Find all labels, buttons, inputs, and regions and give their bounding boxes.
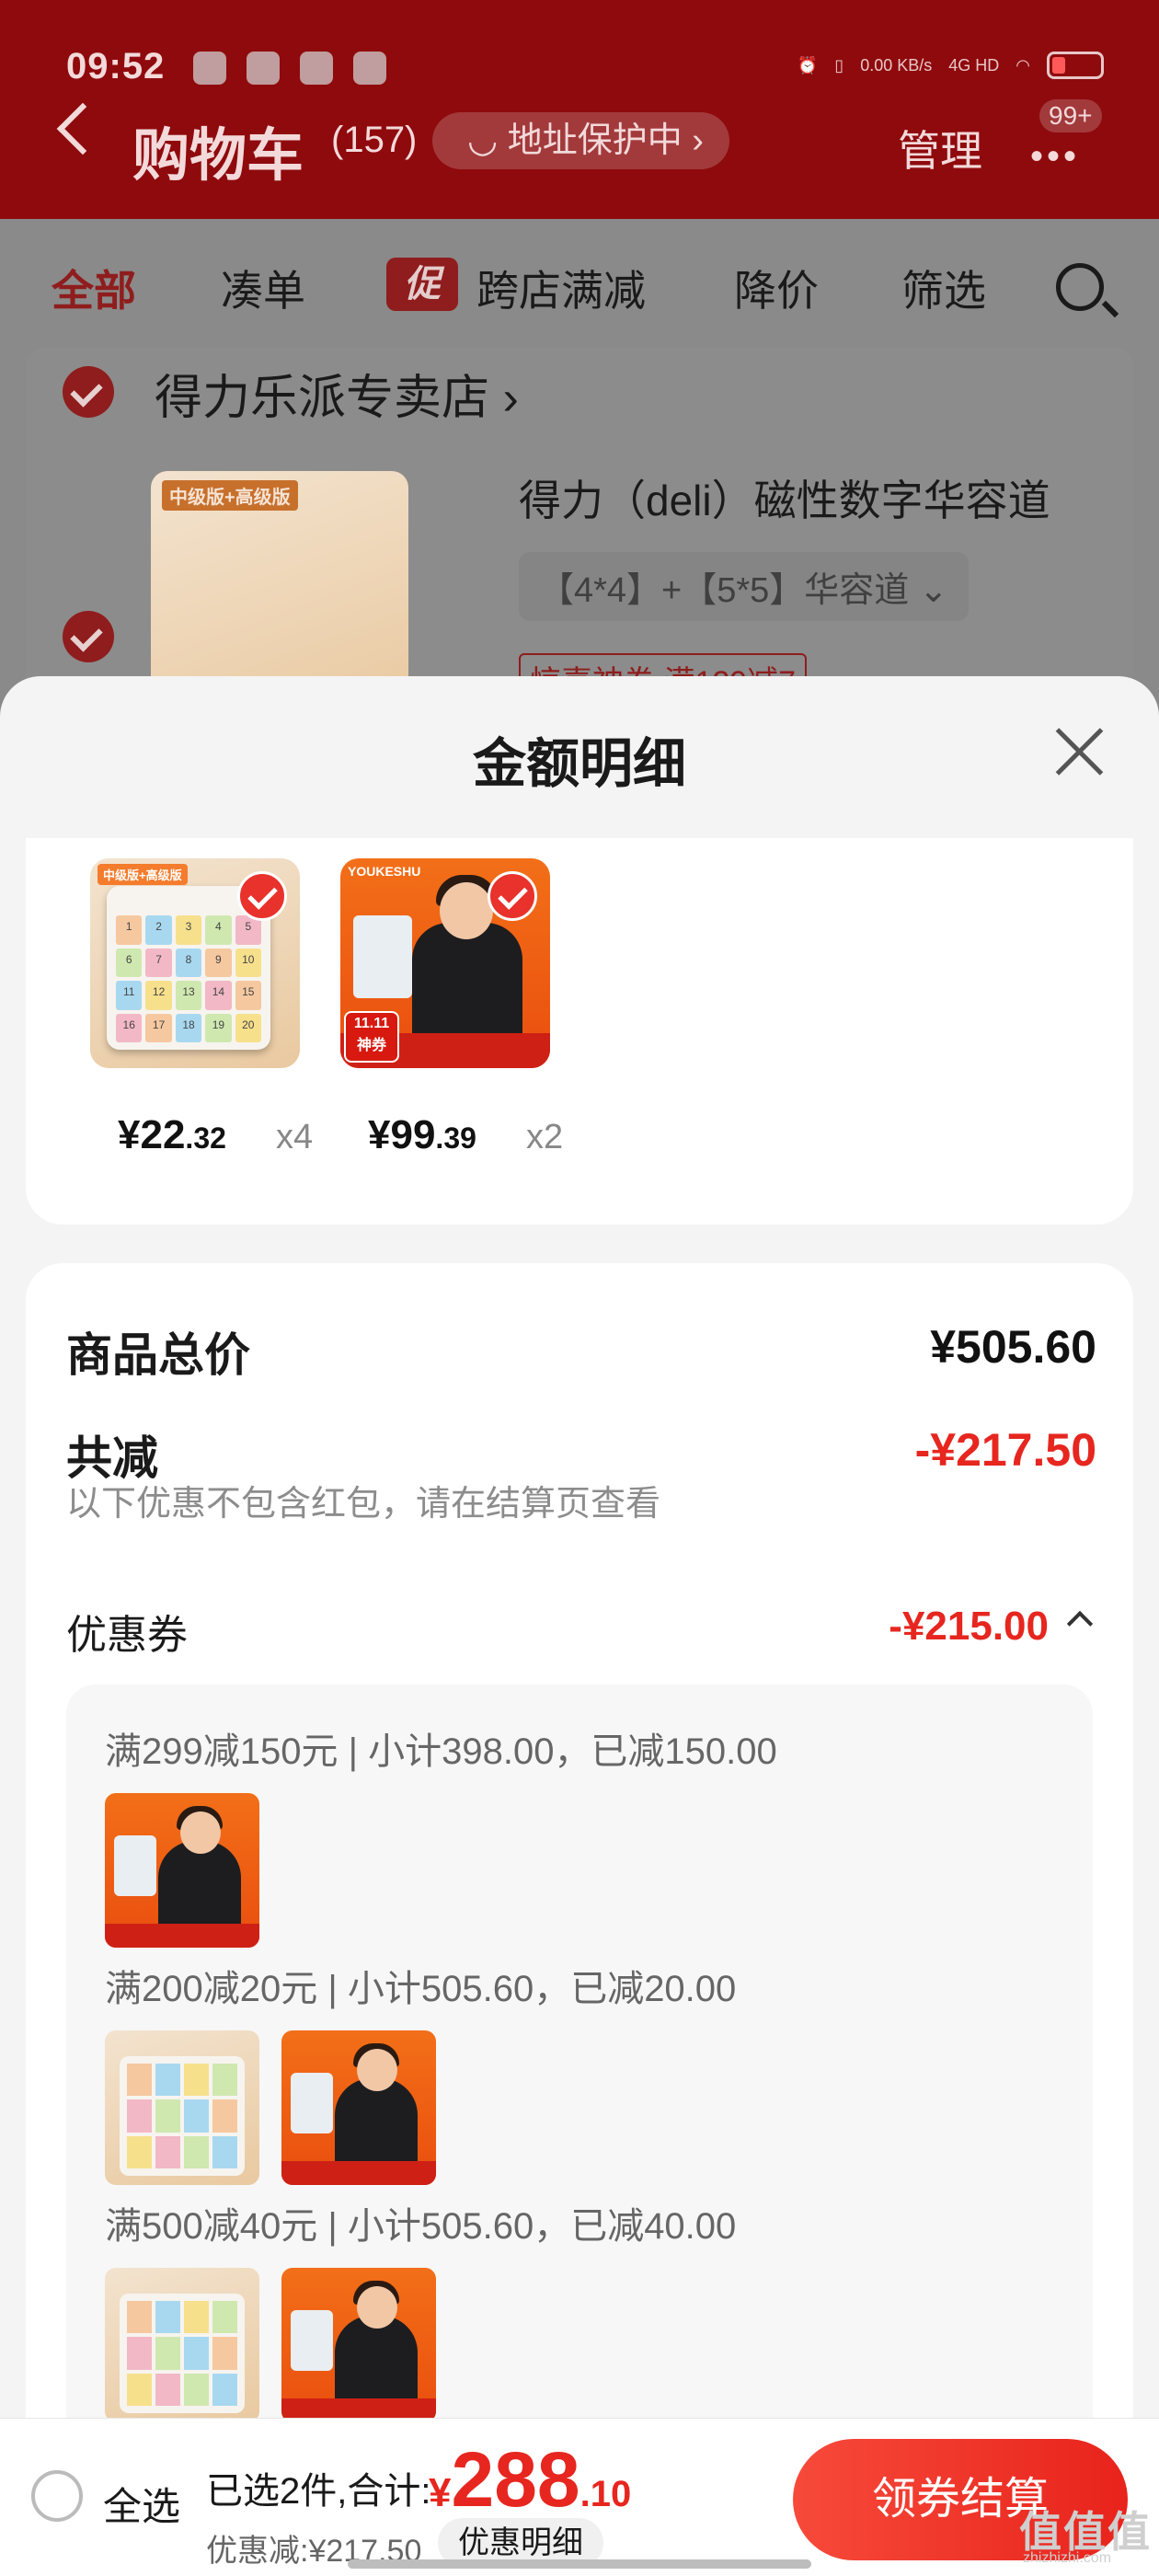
coupon-label[interactable]: 优惠券 (66, 1602, 188, 1661)
selected-items-card: 12345 6 7 8 9 10 11 12 13 14 15 16 17 18 19 20 中级版+高… (26, 838, 1133, 1225)
item-qty: x2 (526, 1118, 564, 1156)
manage-button[interactable]: 管理 (898, 118, 982, 178)
item-price: ¥22.32 (118, 1112, 226, 1157)
shirt-stamp-badge: 11.11 神券 (344, 1011, 399, 1063)
total-price-value: ¥505.60 (930, 1321, 1096, 1373)
message-badge: 99+ (1039, 99, 1102, 132)
coupon-item-thumb-shirt (281, 2268, 436, 2422)
price-summary-card: 商品总价 ¥505.60 共减 -¥217.50 以下优惠不包含红包，请在结算页… (26, 1263, 1133, 2576)
tab-filter[interactable]: 筛选 (901, 258, 986, 318)
shirt-product-image: 11.11 神券 YOUKESHU (340, 858, 550, 1068)
cart-count: (157) (331, 120, 418, 160)
total-price-label: 商品总价 (66, 1329, 250, 1381)
tab-cross-store[interactable]: 跨店满减 (476, 258, 646, 318)
select-all-radio[interactable] (31, 2470, 83, 2522)
store-thumb-label: 中级版+高级版 (162, 480, 298, 511)
item-selected-check-icon (488, 871, 537, 921)
status-time: 09:52 (66, 46, 166, 86)
signal-label: 4G HD (948, 55, 1000, 75)
baidu-icon (193, 52, 226, 85)
address-pill-label: 地址保护中 (507, 121, 683, 160)
watermark-url: zhizhizhi.com (1023, 2550, 1112, 2566)
alarm-icon: ⏰ (797, 55, 819, 75)
item-selected-check-icon (237, 871, 287, 921)
product-checkbox[interactable] (63, 611, 114, 662)
more-icon[interactable]: ••• (1030, 136, 1080, 178)
store-checkbox[interactable] (63, 366, 114, 418)
product-title[interactable]: 得力（deli）磁性数字华容道 (519, 467, 1050, 528)
weibo-icon (300, 52, 333, 85)
chevron-up-icon[interactable] (1066, 1610, 1094, 1638)
coupon-item-thumb-shirt (281, 2030, 436, 2185)
cart-header: 09:52 ⏰ ▯ 0.00 KB/s 4G HD ◠ 购物车 (157) ◡ … (0, 0, 1159, 219)
total-amount: ¥288.10 (429, 2436, 632, 2523)
product-spec-select[interactable]: 【4*4】+【5*5】华容道 ⌄ (519, 552, 969, 621)
home-indicator[interactable] (348, 2559, 811, 2569)
item-qty: x4 (276, 1118, 314, 1156)
taobao-icon (353, 52, 386, 85)
selected-count-text: 已选2件,合计: (206, 2471, 431, 2512)
address-protection-pill[interactable]: ◡ 地址保护中 › (432, 112, 729, 169)
net-speed: 0.00 KB/s (860, 55, 933, 75)
selected-item[interactable]: 12345 6 7 8 9 10 11 12 13 14 15 16 17 18 19 20 中级版+高… (90, 858, 313, 1157)
filter-tabs: 全部 凑单 促 跨店满减 降价 筛选 (0, 219, 1159, 348)
coupon-rule: 满200减20元 | 小计505.60，已减20.00 (105, 1969, 737, 2009)
item-price: ¥99.39 (368, 1112, 476, 1157)
discount-value: -¥217.50 (914, 1424, 1096, 1476)
eye-icon: ◡ (467, 121, 508, 160)
battery-icon (1047, 52, 1104, 79)
coupon-item-thumb-puzzle (105, 2268, 259, 2422)
close-icon[interactable] (1053, 724, 1107, 777)
back-arrow-icon[interactable] (56, 102, 109, 155)
search-icon[interactable] (1056, 263, 1104, 311)
coupon-item-thumb-shirt (105, 1793, 259, 1948)
vibrate-icon: ▯ (834, 55, 844, 75)
tab-all[interactable]: 全部 (52, 258, 136, 318)
status-right-icons: ⏰ ▯ 0.00 KB/s 4G HD ◠ (798, 52, 1104, 79)
coupon-rule: 满299减150元 | 小计398.00，已减150.00 (105, 1731, 777, 1772)
chevron-right-icon: › (682, 121, 704, 160)
puzzle-product-image: 12345 6 7 8 9 10 11 12 13 14 15 16 17 18 19 20 中级版+高… (90, 858, 300, 1068)
tab-price-drop[interactable]: 降价 (734, 258, 819, 318)
checkout-bar: 全选 已选2件,合计: ¥288.10 优惠减:¥217.50 优惠明细 领券结… (0, 2418, 1159, 2576)
selected-item[interactable]: 11.11 神券 YOUKESHU ¥99.39 x2 (340, 858, 563, 1157)
tab-bundle[interactable]: 凑单 (221, 258, 305, 318)
status-app-icons (193, 52, 386, 85)
promo-icon: 促 (386, 258, 458, 311)
puzzle-image-label: 中级版+高级版 (98, 864, 188, 885)
chat-icon (247, 52, 280, 85)
coupon-rule: 满500减40元 | 小计505.60，已减40.00 (105, 2206, 737, 2247)
discount-hint: 以下优惠不包含红包，请在结算页查看 (66, 1485, 661, 1524)
store-name[interactable]: 得力乐派专卖店 › (155, 359, 519, 428)
amount-detail-sheet: 金额明细 12345 6 7 8 9 10 11 12 13 14 15 16 17 18 19 20 … (0, 676, 1159, 2576)
select-all-label[interactable]: 全选 (103, 2476, 180, 2532)
coupon-value[interactable]: -¥215.00 (889, 1604, 1049, 1650)
coupon-item-thumb-puzzle (105, 2030, 259, 2185)
shirt-brand-label: YOUKESHU (348, 864, 421, 879)
page-title: 购物车 (132, 124, 304, 188)
sheet-title: 金额明细 (472, 734, 686, 794)
wifi-icon: ◠ (1016, 55, 1030, 75)
store-card: 得力乐派专卖店 › 中级版+高级版 得力（deli）磁性数字华容道 【4*4】+… (26, 348, 1133, 719)
